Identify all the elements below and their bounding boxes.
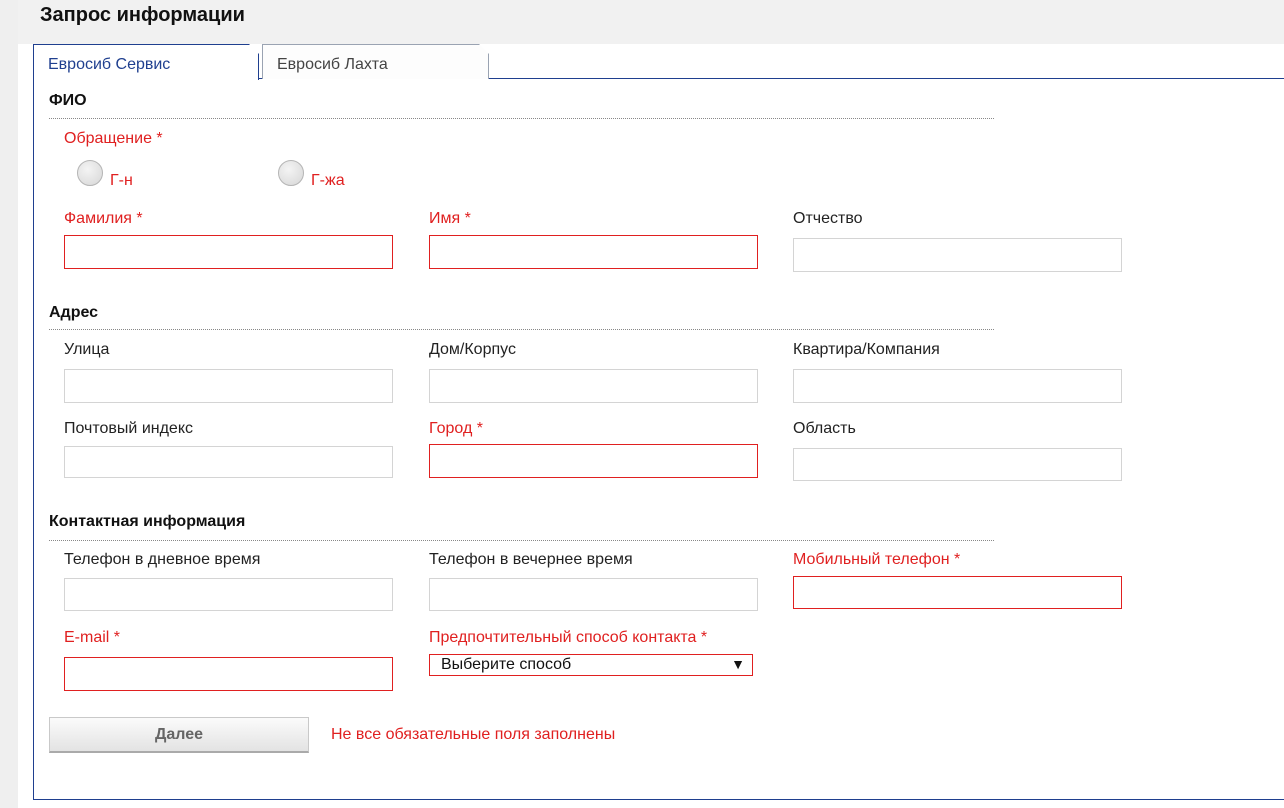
section-divider [49, 329, 994, 330]
evening-phone-field[interactable] [429, 578, 758, 611]
city-label: Город * [429, 420, 483, 437]
radio-mr-label[interactable]: Г-н [110, 172, 133, 190]
radio-mrs[interactable] [278, 160, 304, 186]
mobile-phone-label: Мобильный телефон * [793, 551, 961, 568]
radio-mrs-label[interactable]: Г-жа [311, 172, 345, 190]
tab-eurosib-service[interactable]: Евросиб Сервис [33, 44, 259, 80]
region-label: Область [793, 420, 856, 437]
tab-eurosib-lakhta[interactable]: Евросиб Лахта [262, 44, 489, 79]
section-divider [49, 118, 994, 119]
validation-message: Не все обязательные поля заполнены [331, 726, 616, 743]
section-title-fio: ФИО [49, 92, 87, 109]
street-field[interactable] [64, 369, 393, 403]
next-button[interactable]: Далее [49, 717, 309, 753]
page-header: Запрос информации [18, 0, 1284, 44]
day-phone-field[interactable] [64, 578, 393, 611]
first-name-label: Имя * [429, 210, 471, 227]
email-label: E-mail * [64, 629, 121, 646]
salutation-label: Обращение * [64, 130, 163, 147]
patronymic-field[interactable] [793, 238, 1122, 272]
contact-method-label: Предпочтительный способ контакта * [429, 629, 708, 646]
radio-mr[interactable] [77, 160, 103, 186]
contact-method-select[interactable]: Выберите способ ▼ [429, 654, 753, 676]
form-panel [33, 78, 1284, 800]
mobile-phone-field[interactable] [793, 576, 1122, 609]
day-phone-label: Телефон в дневное время [64, 551, 261, 568]
section-title-address: Адрес [49, 304, 99, 321]
apartment-label: Квартира/Компания [793, 341, 940, 358]
apartment-field[interactable] [793, 369, 1122, 403]
postal-code-field[interactable] [64, 446, 393, 478]
postal-code-label: Почтовый индекс [64, 420, 193, 437]
house-field[interactable] [429, 369, 758, 403]
street-label: Улица [64, 341, 110, 358]
region-field[interactable] [793, 448, 1122, 481]
last-name-field[interactable] [64, 235, 393, 269]
section-title-contact: Контактная информация [49, 513, 246, 530]
page-title: Запрос информации [40, 4, 245, 26]
section-divider [49, 540, 994, 541]
city-field[interactable] [429, 444, 758, 478]
contact-method-selected: Выберите способ [441, 656, 572, 673]
last-name-label: Фамилия * [64, 210, 143, 227]
evening-phone-label: Телефон в вечернее время [429, 551, 633, 568]
email-field[interactable] [64, 657, 393, 691]
left-sidebar-strip [0, 0, 18, 808]
house-label: Дом/Корпус [429, 341, 516, 358]
tab-connector [34, 78, 258, 80]
first-name-field[interactable] [429, 235, 758, 269]
chevron-down-icon: ▼ [731, 656, 745, 672]
patronymic-label: Отчество [793, 210, 863, 227]
